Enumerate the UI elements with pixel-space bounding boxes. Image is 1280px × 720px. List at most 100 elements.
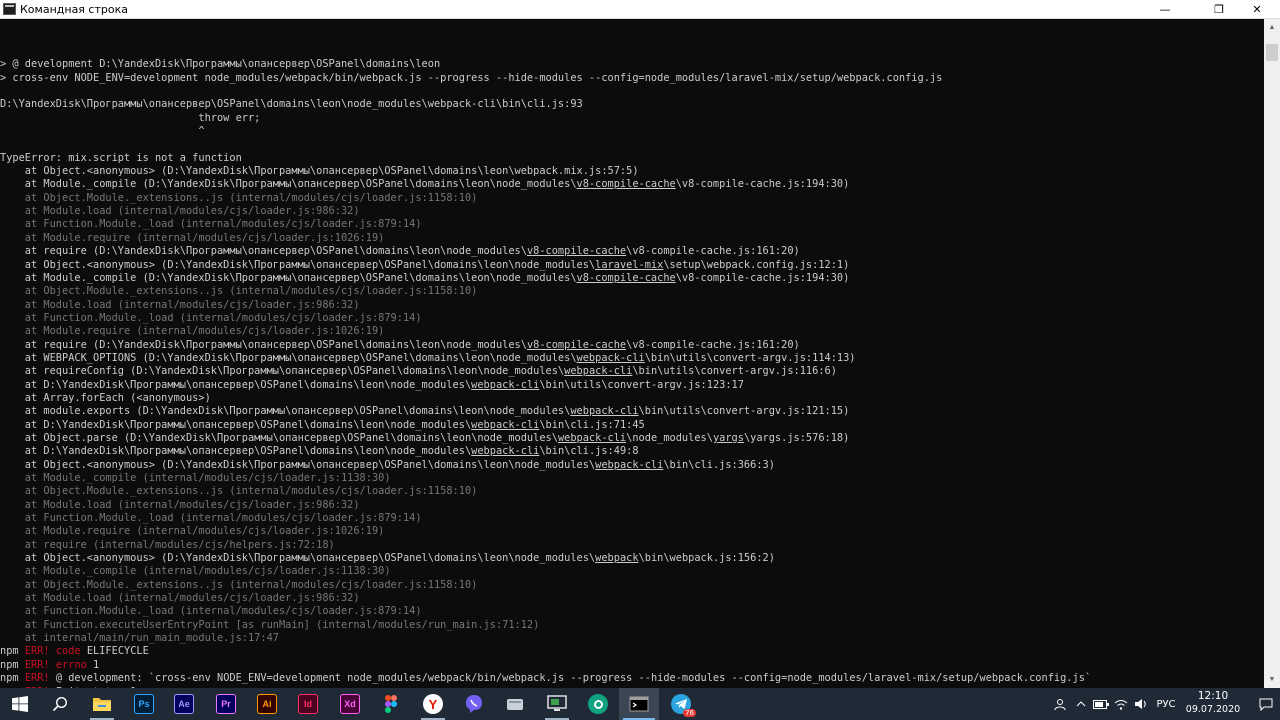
terminal-line: at D:\YandexDisk\Программы\опансервер\OS… <box>0 419 1264 432</box>
line-text: at requireConfig (D:\YandexDisk\Программ… <box>0 365 565 378</box>
line-text: at module.exports (D:\YandexDisk\Програм… <box>0 405 571 418</box>
line-text: \bin\cli.js:49:8 <box>539 445 639 458</box>
line-text: at internal/main/run_main_module.js:17:4… <box>0 632 279 645</box>
wifi-icon[interactable] <box>1111 688 1131 720</box>
line-text: at Module._compile (D:\YandexDisk\Програ… <box>0 178 577 191</box>
line-text: \yargs.js:576:18) <box>743 431 850 444</box>
line-text: at Module._compile (internal/modules/cjs… <box>0 565 391 578</box>
line-text: at Object.<anonymous> (D:\YandexDisk\Про… <box>0 458 596 471</box>
line-text: npm <box>0 672 25 685</box>
taskbar: Ps Ae Pr Ai Id Xd Y 76 РУС 12:10 09.07.2… <box>0 688 1280 720</box>
taskbar-app-cloud[interactable] <box>495 688 535 720</box>
search-button[interactable] <box>40 688 80 720</box>
module-link: v8-compile-cache <box>576 271 676 284</box>
notification-center-button[interactable] <box>1252 688 1280 720</box>
taskbar-illustrator[interactable]: Ai <box>247 688 287 720</box>
line-text: 1 <box>86 658 100 671</box>
line-text: at Module.load (internal/modules/cjs/loa… <box>0 205 360 218</box>
terminal-line: npm ERR! @ development: `cross-env NODE_… <box>0 672 1264 685</box>
scroll-down-icon[interactable]: ▼ <box>1264 671 1280 688</box>
module-link: webpack-cli <box>471 418 540 431</box>
line-text: at Module.require (internal/modules/cjs/… <box>0 231 385 244</box>
line-text: throw err; <box>0 111 261 124</box>
terminal-line: at WEBPACK_OPTIONS (D:\YandexDisk\Програ… <box>0 352 1264 365</box>
module-link: laravel-mix <box>595 258 664 271</box>
tray-person-icon[interactable] <box>1049 688 1071 720</box>
close-button[interactable]: ✕ <box>1234 0 1280 19</box>
line-text: at require (D:\YandexDisk\Программы\опан… <box>0 338 527 351</box>
module-link: v8-compile-cache <box>576 178 676 191</box>
line-text: > cross-env NODE_ENV=development node_mo… <box>0 71 943 84</box>
module-link: webpack-cli <box>576 351 645 364</box>
taskbar-figma[interactable] <box>371 688 411 720</box>
taskbar-premiere[interactable]: Pr <box>206 688 246 720</box>
folder-icon <box>93 698 111 711</box>
module-link: yargs <box>712 431 744 444</box>
window-title: Командная строка <box>20 3 128 16</box>
line-text: ELIFECYCLE <box>80 645 149 658</box>
terminal-line: at Object.parse (D:\YandexDisk\Программы… <box>0 432 1264 445</box>
viber-icon <box>466 695 482 713</box>
language-indicator[interactable]: РУС <box>1151 688 1181 720</box>
terminal-line: at Object.<anonymous> (D:\YandexDisk\Про… <box>0 165 1264 178</box>
minimize-button[interactable]: — <box>1142 0 1188 19</box>
line-text: at Function.executeUserEntryPoint [as ru… <box>0 618 540 631</box>
line-text: at Function.Module._load (internal/modul… <box>0 218 422 231</box>
terminal-line: at Object.<anonymous> (D:\YandexDisk\Про… <box>0 459 1264 472</box>
taskbar-yandex-browser[interactable]: Y <box>413 688 453 720</box>
terminal-line: at Module.require (internal/modules/cjs/… <box>0 325 1264 338</box>
terminal-line: at Module.require (internal/modules/cjs/… <box>0 232 1264 245</box>
line-text: at require (D:\YandexDisk\Программы\опан… <box>0 245 527 258</box>
taskbar-command-prompt[interactable] <box>619 688 659 720</box>
taskbar-green-app[interactable] <box>578 688 618 720</box>
taskbar-viber[interactable] <box>454 688 494 720</box>
taskbar-after-effects[interactable]: Ae <box>164 688 204 720</box>
green-app-icon <box>588 694 608 714</box>
terminal-line: at Function.Module._load (internal/modul… <box>0 218 1264 231</box>
terminal-output[interactable]: > @ development D:\YandexDisk\Программы\… <box>0 19 1264 688</box>
taskbar-clock[interactable]: 12:10 09.07.2020 <box>1185 689 1241 719</box>
terminal-line: at Module.load (internal/modules/cjs/loa… <box>0 299 1264 312</box>
xd-icon: Xd <box>340 694 360 714</box>
line-text: \v8-compile-cache.js:194:30) <box>675 178 850 191</box>
terminal-line: at Module.require (internal/modules/cjs/… <box>0 525 1264 538</box>
terminal-line: at Object.Module._extensions..js (intern… <box>0 579 1264 592</box>
terminal-line: TypeError: mix.script is not a function <box>0 152 1264 165</box>
start-button[interactable] <box>0 688 40 720</box>
module-link: webpack-cli <box>595 458 664 471</box>
taskbar-telegram[interactable]: 76 <box>661 688 701 720</box>
taskbar-indesign[interactable]: Id <box>288 688 328 720</box>
line-text: at Function.Module._load (internal/modul… <box>0 605 422 618</box>
taskbar-photoshop[interactable]: Ps <box>124 688 164 720</box>
terminal-line: at D:\YandexDisk\Программы\опансервер\OS… <box>0 445 1264 458</box>
module-link: webpack-cli <box>471 445 540 458</box>
taskbar-file-explorer[interactable] <box>82 688 122 720</box>
scrollbar-thumb[interactable] <box>1266 44 1278 61</box>
line-text: at D:\YandexDisk\Программы\опансервер\OS… <box>0 445 472 458</box>
terminal-line: npm ERR! code ELIFECYCLE <box>0 645 1264 658</box>
terminal-line: at Object.<anonymous> (D:\YandexDisk\Про… <box>0 552 1264 565</box>
tray-chevron-up-icon[interactable] <box>1071 688 1091 720</box>
npm-err-key: code <box>55 645 81 658</box>
line-text: at WEBPACK_OPTIONS (D:\YandexDisk\Програ… <box>0 351 577 364</box>
line-text: at Function.Module._load (internal/modul… <box>0 311 422 324</box>
terminal-line: at require (D:\YandexDisk\Программы\опан… <box>0 245 1264 258</box>
line-text: \bin\cli.js:71:45 <box>539 418 645 431</box>
line-text: at Module.load (internal/modules/cjs/loa… <box>0 498 360 511</box>
clock-date: 09.07.2020 <box>1185 704 1241 715</box>
clock-time: 12:10 <box>1197 690 1229 702</box>
monitor-tool-icon <box>547 695 567 711</box>
notification-icon <box>1259 698 1273 711</box>
terminal-line: at Module._compile (D:\YandexDisk\Програ… <box>0 178 1264 191</box>
volume-icon[interactable] <box>1131 688 1151 720</box>
taskbar-screen-tool[interactable] <box>537 688 577 720</box>
vertical-scrollbar[interactable]: ▲ ▼ <box>1264 19 1280 688</box>
taskbar-xd[interactable]: Xd <box>330 688 370 720</box>
line-text: at D:\YandexDisk\Программы\опансервер\OS… <box>0 418 472 431</box>
terminal-line: at Object.<anonymous> (D:\YandexDisk\Про… <box>0 259 1264 272</box>
scroll-up-icon[interactable]: ▲ <box>1264 19 1280 36</box>
line-text: at Module._compile (D:\YandexDisk\Програ… <box>0 271 577 284</box>
terminal-line: at Function.executeUserEntryPoint [as ru… <box>0 619 1264 632</box>
battery-icon[interactable] <box>1091 688 1111 720</box>
title-bar: Командная строка — ❐ ✕ <box>0 0 1280 19</box>
